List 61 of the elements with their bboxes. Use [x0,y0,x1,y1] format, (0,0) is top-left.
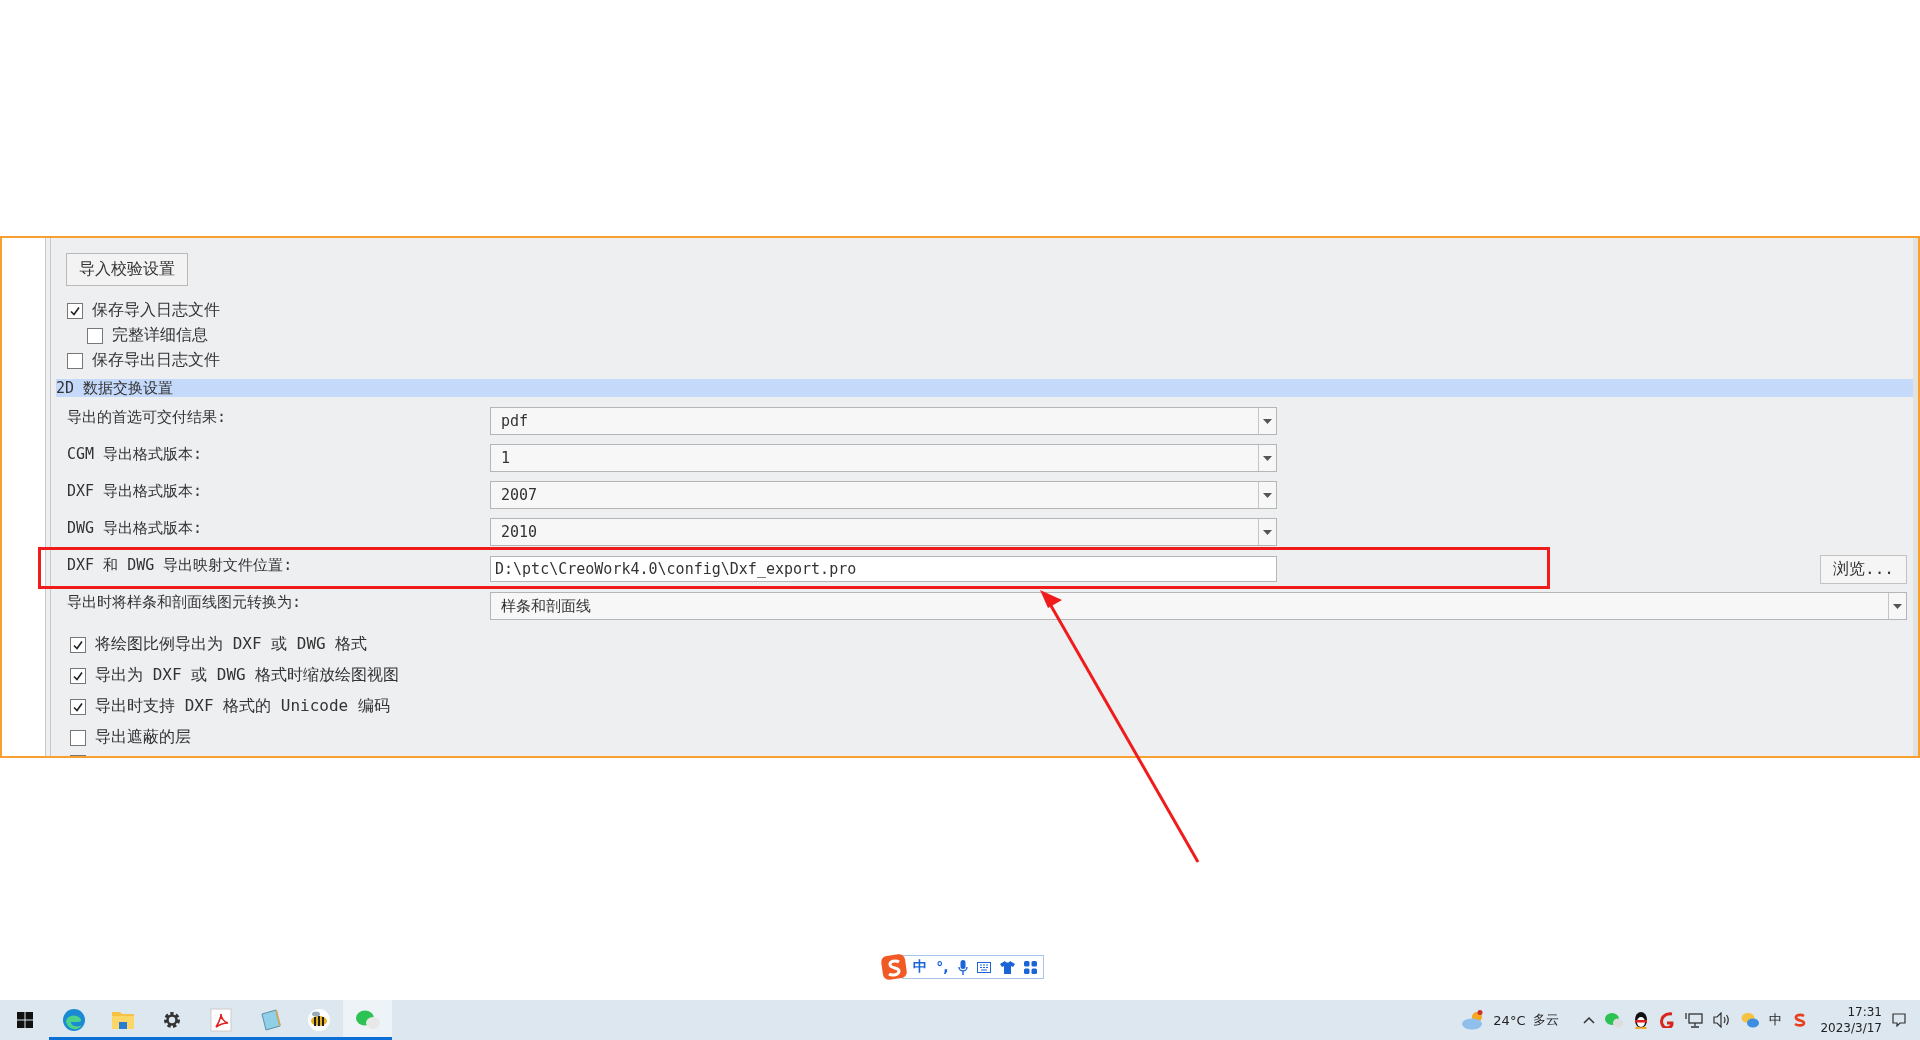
path-input-field[interactable]: D:\ptc\CreoWork4.0\config\Dxf_export.pro [490,556,1277,582]
checkbox[interactable] [70,698,86,715]
bee-icon [306,1008,331,1032]
dropdown[interactable]: 2010 [490,518,1277,546]
penguin-icon[interactable] [1633,1011,1650,1029]
checkbox[interactable] [70,636,86,653]
checkbox[interactable] [70,667,86,684]
field-label: DXF 导出格式版本: [66,481,204,501]
section-header: 2D 数据交换设置 [56,379,1913,397]
clock-date[interactable]: 2023/3/17 [1820,1020,1882,1036]
grid-icon[interactable] [1023,960,1037,974]
chinese-mode-toggle[interactable]: 中 [913,958,928,976]
punctuation-toggle[interactable]: °, [936,959,949,975]
chevron-up-icon[interactable] [1583,1016,1596,1024]
flame-icon[interactable] [1659,1012,1676,1028]
checkbox[interactable] [87,327,103,344]
checkbox-label: 将绘图比例导出为 DXF 或 DWG 格式 [95,634,368,655]
keyboard-icon[interactable] [976,961,991,973]
clock-time[interactable]: 17:31 [1847,1004,1882,1020]
shirt-icon[interactable] [999,960,1015,974]
caret-icon [1263,529,1272,535]
field-label: 导出的首选可交付结果: [66,407,228,427]
caret-icon [1893,603,1902,609]
dropdown[interactable]: 样条和剖面线 [490,592,1907,620]
notification-icon[interactable] [1892,1013,1906,1027]
dropdown[interactable]: 1 [490,444,1277,472]
caret-icon [1263,418,1272,424]
field-label: DWG 导出格式版本: [66,518,204,538]
folder-icon [110,1009,135,1031]
checkbox-label: 保存导出日志文件 [92,350,220,371]
field-label: 导出时将样条和剖面线图元转换为: [66,592,303,612]
field-label: CGM 导出格式版本: [66,444,204,464]
temperature-text: 24°C [1493,1012,1526,1028]
browse-button[interactable]: 浏览... [1820,554,1907,584]
pdf-icon [209,1008,232,1032]
checkbox-label: 保存导入日志文件 [92,300,220,321]
checkbox[interactable] [67,352,83,369]
network-icon[interactable] [1685,1012,1704,1028]
windows-start-icon[interactable] [16,1012,33,1028]
input-method-logo-icon[interactable] [880,953,909,981]
dropdown[interactable]: 2007 [490,481,1277,509]
microphone-icon[interactable] [957,959,968,975]
chat-bubble-icon [354,1009,381,1031]
speaker-icon[interactable] [1713,1012,1732,1028]
checkbox[interactable] [70,729,86,746]
gear-icon [161,1010,182,1030]
field-label: DXF 和 DWG 导出映射文件位置: [66,555,294,575]
checkbox-label: 导出时支持 DXF 格式的 Unicode 编码 [95,696,390,717]
dropdown[interactable]: pdf [490,407,1277,435]
checkbox-label: 导出为 DXF 或 DWG 格式时缩放绘图视图 [95,665,400,686]
checkbox[interactable] [67,302,83,319]
caret-icon [1263,492,1272,498]
input-mode-indicator[interactable]: 中 [1769,1011,1783,1029]
caret-icon [1263,455,1272,461]
chat-bubbles-icon[interactable] [1741,1012,1760,1028]
weather-condition-text: 多云 [1533,1011,1560,1029]
browser-icon [61,1008,86,1032]
import-check-settings-button[interactable]: 导入校验设置 [66,253,188,286]
checkbox-label: 完整详细信息 [112,325,208,346]
input-method-icon[interactable] [1792,1013,1807,1027]
checkbox-label: 导出遮蔽的层 [95,727,191,748]
